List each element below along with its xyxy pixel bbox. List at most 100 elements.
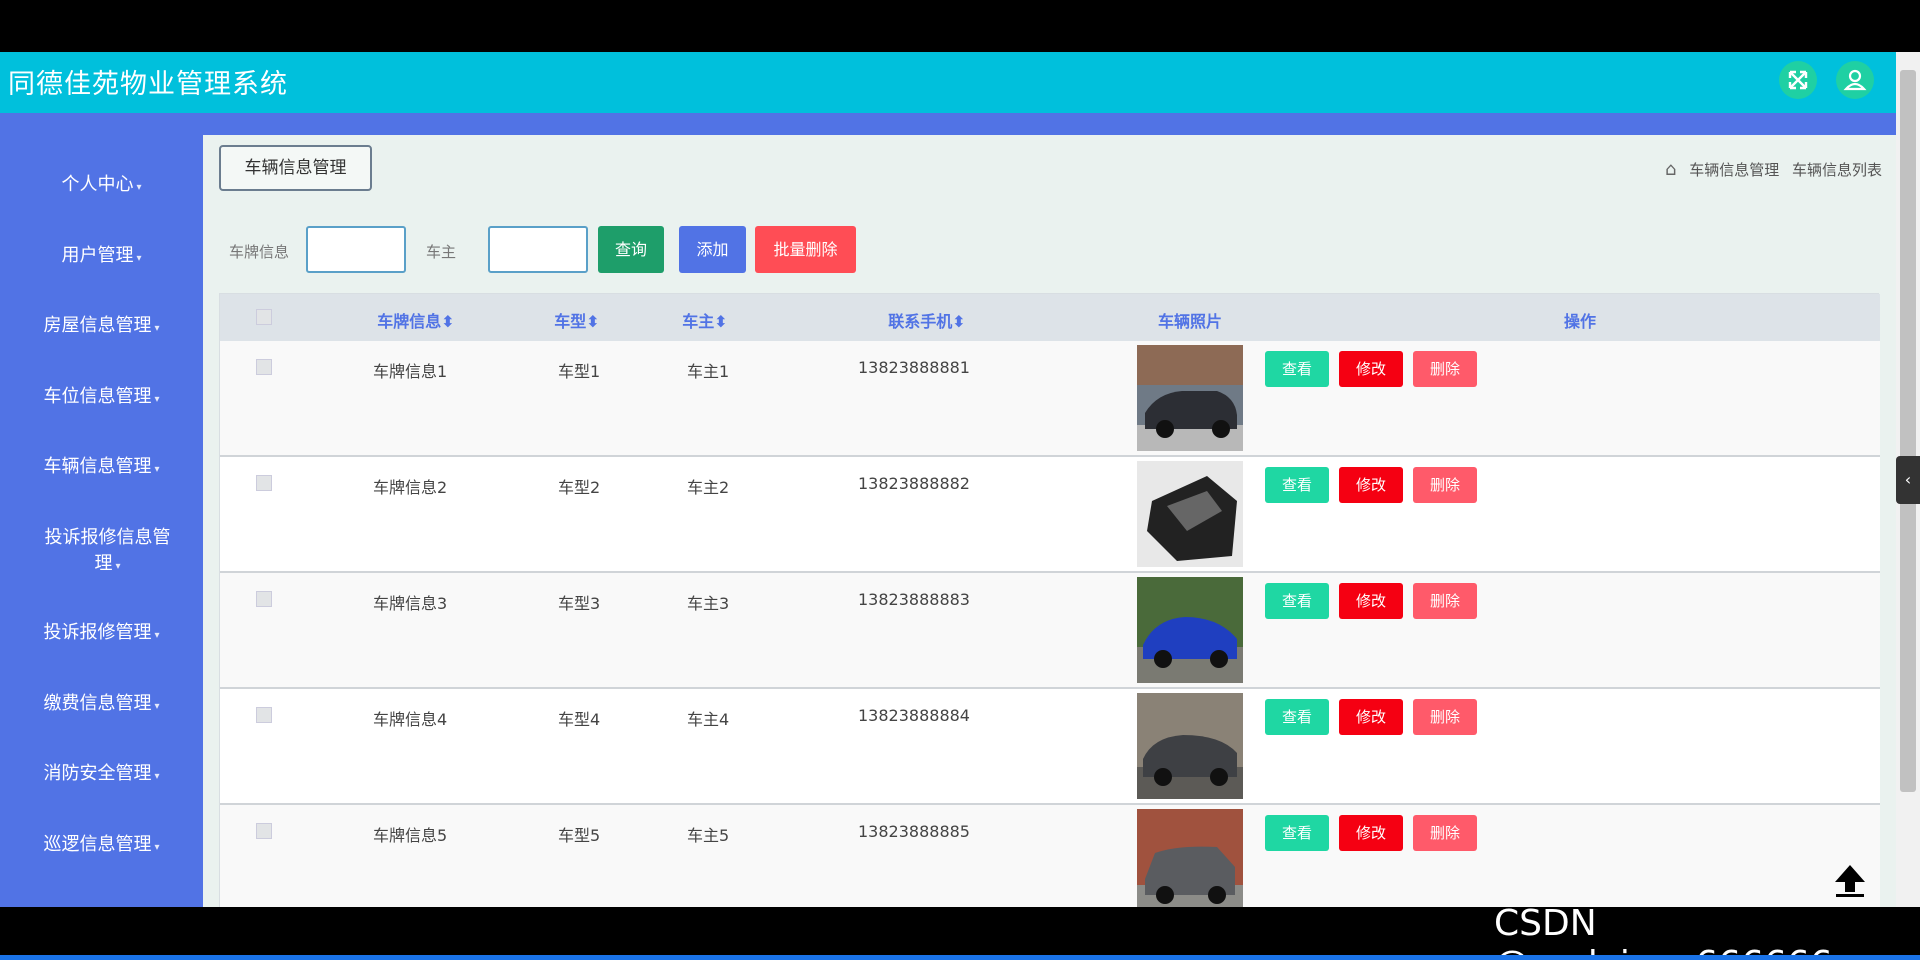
row-checkbox[interactable]	[256, 475, 272, 491]
cell-model: 车型2	[558, 478, 601, 497]
fullscreen-button[interactable]	[1779, 61, 1817, 99]
column-header-photo: 车辆照片	[1157, 312, 1222, 331]
cell-model: 车型5	[558, 826, 601, 845]
delete-button[interactable]: 删除	[1413, 467, 1477, 503]
car-photo-black-supercar[interactable]	[1137, 461, 1243, 567]
user-button[interactable]	[1836, 61, 1874, 99]
sort-icon: ⬍	[441, 312, 455, 331]
sidebar-item-complaint-repair-info[interactable]: 投诉报修信息管理 ▾	[6, 525, 209, 580]
batch-delete-button[interactable]: 批量删除	[755, 226, 856, 273]
column-label: 车主	[682, 312, 715, 331]
table-row: 车牌信息3 车型3 车主3 13823888883 查看 修改 删除	[220, 573, 1880, 689]
cell-plate: 车牌信息4	[373, 710, 448, 729]
caret-down-icon: ▾	[154, 771, 160, 782]
car-photo-grey-muscle-car[interactable]	[1137, 693, 1243, 799]
sort-icon: ⬍	[714, 312, 728, 331]
row-checkbox[interactable]	[256, 707, 272, 723]
table-row: 车牌信息5 车型5 车主5 13823888885 查看 修改 删除	[220, 805, 1880, 907]
column-header-phone[interactable]: 联系手机⬍	[872, 308, 982, 332]
column-label: 联系手机	[888, 312, 953, 331]
column-header-owner[interactable]: 车主⬍	[680, 308, 730, 332]
chevron-left-icon: ‹	[1904, 470, 1912, 489]
edit-button[interactable]: 修改	[1339, 467, 1403, 503]
page-tag[interactable]: 车辆信息管理	[219, 145, 372, 191]
user-icon	[1843, 69, 1867, 91]
cell-owner: 车主2	[687, 478, 730, 497]
sidebar-item-personal-center[interactable]: 个人中心 ▾	[0, 172, 203, 201]
delete-button[interactable]: 删除	[1413, 815, 1477, 851]
caret-down-icon: ▾	[136, 253, 142, 264]
column-header-model[interactable]: 车型⬍	[552, 308, 602, 332]
plate-search-label: 车牌信息	[229, 243, 290, 261]
sidebar-item-parking-info[interactable]: 车位信息管理 ▾	[0, 384, 203, 413]
sidebar-item-user-management[interactable]: 用户管理 ▾	[0, 243, 203, 272]
car-photo-blue-coupe[interactable]	[1137, 577, 1243, 683]
header-accent-strip	[0, 113, 1896, 135]
main-content: 车辆信息管理 ⌂ 车辆信息管理 车辆信息列表 车牌信息 车主 查询 添加 批量删…	[203, 135, 1896, 907]
row-checkbox[interactable]	[256, 359, 272, 375]
sidebar: 个人中心 ▾ 用户管理 ▾ 房屋信息管理 ▾ 车位信息管理 ▾ 车辆信息管理 ▾ 投诉报修…	[0, 135, 203, 907]
app-title: 同德佳苑物业管理系统	[8, 69, 288, 100]
sort-icon: ⬍	[586, 312, 600, 331]
breadcrumb-item[interactable]: 车辆信息管理	[1689, 161, 1779, 179]
breadcrumb-item: 车辆信息列表	[1791, 161, 1882, 179]
owner-search-input[interactable]	[488, 226, 588, 273]
query-button[interactable]: 查询	[598, 226, 664, 273]
view-button[interactable]: 查看	[1265, 351, 1329, 387]
view-button[interactable]: 查看	[1265, 467, 1329, 503]
column-label: 车型	[554, 312, 587, 331]
collapse-panel-toggle[interactable]: ‹	[1896, 456, 1920, 504]
top-header: 同德佳苑物业管理系统	[0, 52, 1896, 113]
vehicle-table: 车牌信息⬍ 车型⬍ 车主⬍ 联系手机⬍ 车辆照片 操作 车牌信息1 车型1 车主…	[219, 293, 1880, 907]
sidebar-item-label: 巡逻信息管理	[43, 834, 152, 855]
caret-down-icon: ▾	[154, 394, 160, 405]
plate-search-input[interactable]	[306, 226, 406, 273]
delete-button[interactable]: 删除	[1413, 699, 1477, 735]
home-icon[interactable]: ⌂	[1665, 159, 1676, 180]
table-row: 车牌信息4 车型4 车主4 13823888884 查看 修改 删除	[220, 689, 1880, 805]
edit-button[interactable]: 修改	[1339, 583, 1403, 619]
back-to-top-icon[interactable]	[1832, 862, 1868, 898]
sidebar-item-label: 消防安全管理	[43, 763, 152, 784]
delete-button[interactable]: 删除	[1413, 351, 1477, 387]
cell-phone: 13823888883	[858, 590, 970, 609]
sidebar-item-fire-safety[interactable]: 消防安全管理 ▾	[0, 761, 203, 790]
view-button[interactable]: 查看	[1265, 699, 1329, 735]
breadcrumb: ⌂ 车辆信息管理 车辆信息列表	[1657, 159, 1882, 180]
sidebar-item-patrol-info[interactable]: 巡逻信息管理 ▾	[0, 832, 203, 861]
cell-owner: 车主3	[687, 594, 730, 613]
table-row: 车牌信息2 车型2 车主2 13823888882 查看 修改 删除	[220, 457, 1880, 573]
add-button[interactable]: 添加	[679, 226, 746, 273]
progress-line	[0, 955, 1920, 960]
sidebar-item-vehicle-info[interactable]: 车辆信息管理 ▾	[0, 454, 203, 483]
sidebar-item-payment-info[interactable]: 缴费信息管理 ▾	[0, 691, 203, 720]
car-photo-dark-sedan[interactable]	[1137, 345, 1243, 451]
scrollbar-thumb[interactable]	[1900, 70, 1916, 792]
sidebar-item-label: 投诉报修信息管	[44, 527, 171, 548]
cell-plate: 车牌信息2	[373, 478, 448, 497]
caret-down-icon: ▾	[154, 630, 160, 641]
caret-down-icon: ▾	[115, 561, 121, 572]
delete-button[interactable]: 删除	[1413, 583, 1477, 619]
view-button[interactable]: 查看	[1265, 815, 1329, 851]
edit-button[interactable]: 修改	[1339, 351, 1403, 387]
sidebar-item-complaint-repair[interactable]: 投诉报修管理 ▾	[0, 620, 203, 649]
cell-plate: 车牌信息3	[373, 594, 448, 613]
sidebar-item-label: 投诉报修管理	[43, 622, 152, 643]
cell-phone: 13823888884	[858, 706, 970, 725]
column-header-plate[interactable]: 车牌信息⬍	[371, 308, 461, 332]
edit-button[interactable]: 修改	[1339, 699, 1403, 735]
sidebar-item-label: 个人中心	[61, 174, 134, 195]
screen: 同德佳苑物业管理系统 个人中心 ▾ 用户管理 ▾ 房屋信息管理 ▾ 车位信息管理 ▾ 车…	[0, 0, 1920, 960]
edit-button[interactable]: 修改	[1339, 815, 1403, 851]
car-photo-grey-minivan[interactable]	[1137, 809, 1243, 907]
select-all-checkbox[interactable]	[256, 309, 272, 325]
row-checkbox[interactable]	[256, 591, 272, 607]
column-label: 车牌信息	[377, 312, 442, 331]
view-button[interactable]: 查看	[1265, 583, 1329, 619]
sort-icon: ⬍	[952, 312, 966, 331]
expand-arrows-icon	[1788, 70, 1808, 90]
sidebar-item-house-info[interactable]: 房屋信息管理 ▾	[0, 313, 203, 342]
cell-owner: 车主1	[687, 362, 730, 381]
row-checkbox[interactable]	[256, 823, 272, 839]
